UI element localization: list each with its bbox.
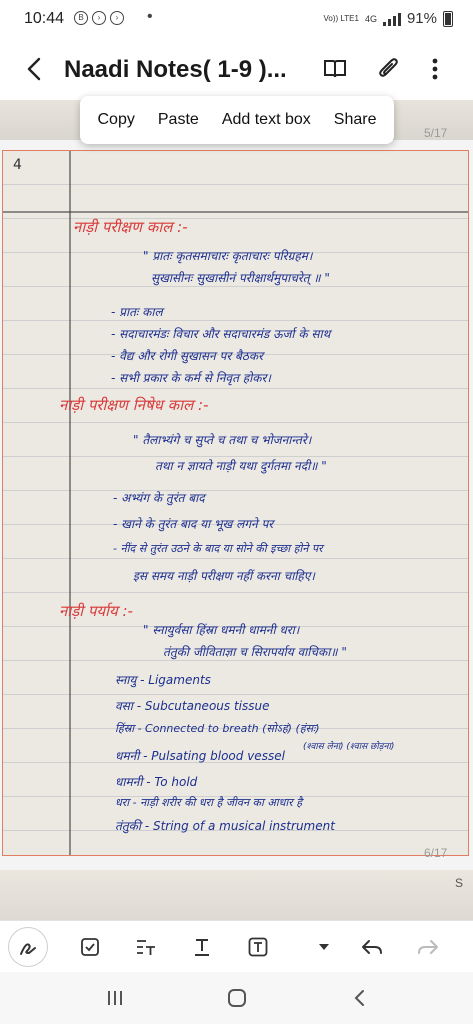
system-nav-bar bbox=[0, 972, 473, 1024]
network-type: 4G bbox=[364, 13, 377, 24]
paperclip-icon[interactable] bbox=[374, 54, 404, 84]
context-menu: Copy Paste Add text box Share bbox=[80, 96, 394, 144]
copy-menu-item[interactable]: Copy bbox=[98, 111, 135, 129]
note-line: सुखासीनः सुखासीनं परीक्षार्थमुपाचरेत् ॥ … bbox=[151, 271, 330, 285]
note-line: " तैलाभ्यंगे च सुप्ते च तथा च भोजनान्तरे… bbox=[133, 433, 312, 447]
text-underline-icon[interactable] bbox=[184, 929, 220, 965]
notification-icons: B › › bbox=[74, 11, 124, 25]
note-line: तथा न ज्ञायते नाड़ी यथा दुर्गतमा नदी॥ " bbox=[155, 459, 327, 473]
note-line: - वैद्य और रोगी सुखासन पर बैठकर bbox=[111, 349, 263, 363]
note-line: धमनी - Pulsating blood vessel bbox=[115, 749, 285, 763]
checkbox-icon[interactable] bbox=[72, 929, 108, 965]
more-vert-icon[interactable] bbox=[420, 54, 450, 84]
note-line: धामनी - To hold bbox=[115, 775, 198, 789]
redo-icon[interactable] bbox=[410, 929, 446, 965]
status-right: Vo)) LTE1 4G 91% bbox=[324, 10, 453, 27]
note-line: " स्नायुर्वसा हिंस्रा धमनी धामनी धरा। bbox=[143, 623, 300, 637]
note-line: स्नायु - Ligaments bbox=[115, 673, 211, 687]
note-line: तंतुकी जीविताज्ञा च सिरापर्याय वाचिका॥ " bbox=[163, 645, 347, 659]
share-menu-item[interactable]: Share bbox=[334, 111, 377, 129]
note-line: - प्रातः काल bbox=[111, 305, 163, 319]
app-bar: Naadi Notes( 1-9 )... bbox=[0, 40, 473, 100]
note-page-number: 4 bbox=[13, 157, 22, 173]
notification-b-icon: B bbox=[74, 11, 88, 25]
signal-icon bbox=[382, 12, 401, 26]
note-line: - अभ्यंग के तुरंत बाद bbox=[113, 491, 205, 505]
next-page[interactable]: S bbox=[0, 870, 473, 920]
volte-label: Vo)) LTE1 bbox=[323, 13, 359, 23]
status-time: 10:44 bbox=[24, 10, 65, 27]
header-line bbox=[3, 211, 468, 213]
note-page[interactable]: 4 नाड़ी परीक्षण काल :- " प्रातः कृतसमाचार… bbox=[2, 150, 469, 856]
note-line: हिंस्रा - Connected to breath (सोऽहं) (ह… bbox=[115, 722, 320, 735]
note-title[interactable]: Naadi Notes( 1-9 )... bbox=[64, 56, 287, 84]
add-text-box-menu-item[interactable]: Add text box bbox=[222, 111, 311, 129]
notification-dot: • bbox=[147, 8, 153, 25]
note-line: धरा - नाड़ी शरीर की धरा है जीवन का आधार … bbox=[115, 796, 303, 809]
margin-line bbox=[69, 151, 71, 855]
note-line: तंतुकी - String of a musical instrument bbox=[115, 819, 335, 833]
pen-icon[interactable] bbox=[8, 927, 48, 967]
back-icon[interactable] bbox=[344, 984, 374, 1012]
note-line: नाड़ी परीक्षण काल :- bbox=[73, 218, 188, 236]
note-line: - खाने के तुरंत बाद या भूख लगने पर bbox=[113, 517, 274, 531]
notification-circle-icon: › bbox=[92, 11, 106, 25]
text-format-icon[interactable] bbox=[128, 929, 164, 965]
notification-circle-icon: › bbox=[110, 11, 124, 25]
dropdown-arrow-icon[interactable] bbox=[306, 929, 342, 965]
next-page-marker: S bbox=[454, 876, 463, 890]
note-line: (श्वास लेना) (श्वास छोड़ना) bbox=[303, 742, 395, 752]
battery-percent: 91% bbox=[406, 10, 437, 27]
note-line: " प्रातः कृतसमाचारः कृताचारः परिग्रहम। bbox=[143, 249, 313, 263]
undo-icon[interactable] bbox=[354, 929, 390, 965]
battery-icon bbox=[443, 10, 453, 27]
book-icon[interactable] bbox=[320, 54, 350, 84]
note-line: नाड़ी पर्याय :- bbox=[59, 602, 133, 620]
note-line: - नींद से तुरंत उठने के बाद या सोने की इ… bbox=[113, 542, 323, 555]
recents-icon[interactable] bbox=[100, 984, 130, 1012]
note-line: इस समय नाड़ी परीक्षण नहीं करना चाहिए। bbox=[133, 569, 315, 583]
edit-toolbar bbox=[0, 920, 473, 973]
home-icon[interactable] bbox=[222, 984, 252, 1012]
prev-page-number: 5/17 bbox=[424, 126, 448, 140]
paste-menu-item[interactable]: Paste bbox=[158, 111, 199, 129]
note-line: वसा - Subcutaneous tissue bbox=[115, 699, 270, 713]
back-arrow-icon[interactable] bbox=[18, 52, 52, 86]
text-box-icon[interactable] bbox=[240, 929, 276, 965]
note-line: - सभी प्रकार के कर्म से निवृत होकर। bbox=[111, 371, 271, 385]
note-line: नाड़ी परीक्षण निषेध काल :- bbox=[59, 396, 209, 414]
current-page-number: 6/17 bbox=[424, 846, 448, 860]
note-line: - सदाचारमंडः विचार और सदाचारमंड ऊर्जा के… bbox=[111, 327, 331, 341]
status-bar: 10:44 B › › • Vo)) LTE1 4G 91% bbox=[0, 0, 473, 40]
